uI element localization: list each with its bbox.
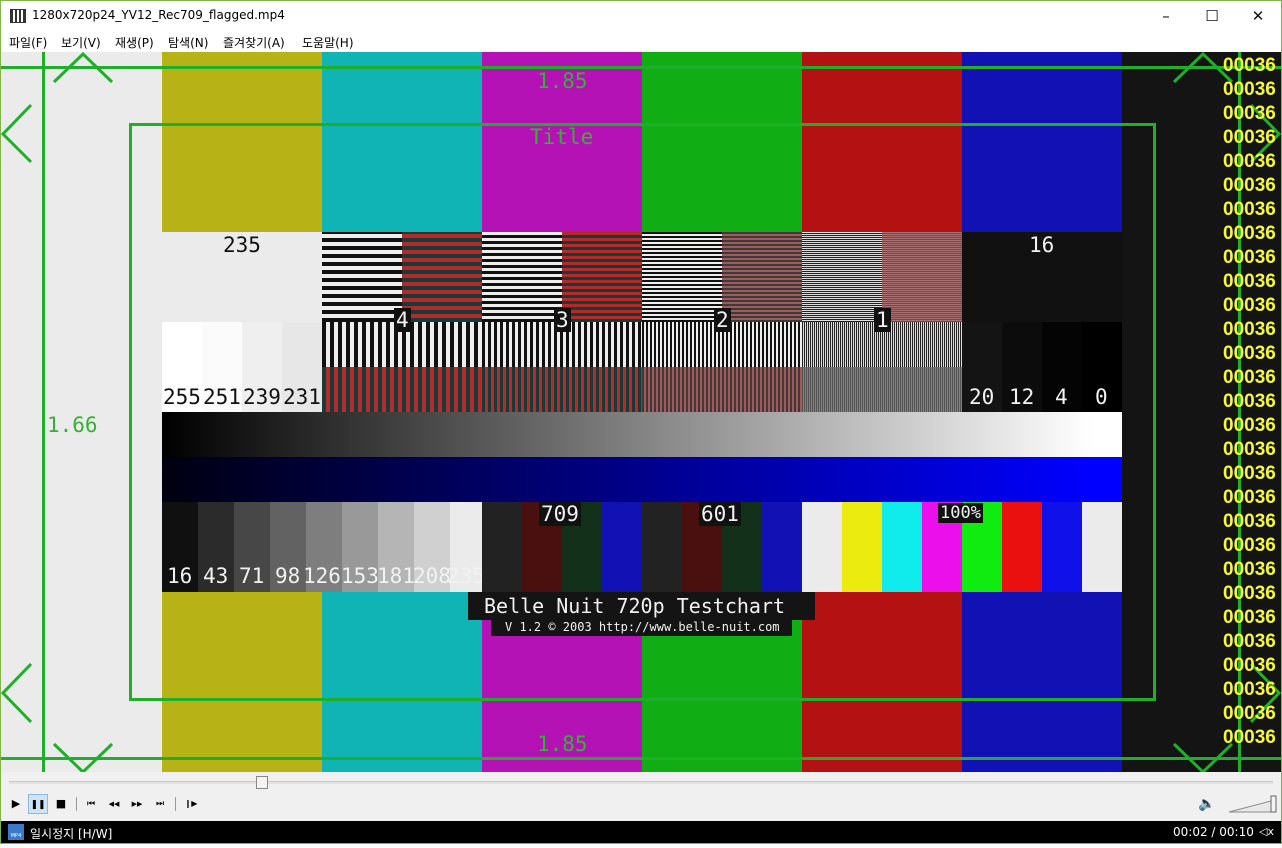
playback-status: 일시정지 [H/W] — [30, 827, 113, 841]
timecode-line: 00036 — [1223, 79, 1276, 100]
timecode-line: 00036 — [1223, 655, 1276, 676]
minimize-button[interactable]: – — [1143, 1, 1189, 31]
timecode-line: 00036 — [1223, 415, 1276, 436]
pause-button[interactable]: ❚❚ — [28, 794, 48, 814]
timecode-line: 00036 — [1223, 343, 1276, 364]
timecode-line: 00036 — [1223, 511, 1276, 532]
clapper-icon — [10, 9, 26, 23]
video-area[interactable]: 235 16 255 251 239 231 4 3 2 1 20 12 4 0… — [1, 52, 1281, 772]
separator — [175, 797, 176, 811]
menu-play[interactable]: 재생(P) — [115, 34, 154, 51]
menu-file[interactable]: 파일(F) — [9, 34, 47, 51]
timecode-line: 00036 — [1223, 391, 1276, 412]
timecode-line: 00036 — [1223, 607, 1276, 628]
timecode-line: 00036 — [1223, 199, 1276, 220]
control-bar: ▶ ❚❚ ■ ⏮ ◀◀ ▶▶ ⏭ ❙▶ 🔈 — [1, 772, 1281, 821]
timecode-line: 00036 — [1223, 103, 1276, 124]
previous-button[interactable]: ⏮ — [81, 794, 101, 814]
title-bar[interactable]: 1280x720p24_YV12_Rec709_flagged.mp4 – ☐ … — [1, 1, 1281, 31]
rewind-button[interactable]: ◀◀ — [104, 794, 124, 814]
volume-slider[interactable] — [1227, 794, 1279, 814]
timecode-line: 00036 — [1223, 559, 1276, 580]
window-title: 1280x720p24_YV12_Rec709_flagged.mp4 — [32, 8, 285, 22]
menu-view[interactable]: 보기(V) — [61, 34, 101, 51]
frame-step-button[interactable]: ❙▶ — [181, 794, 201, 814]
stop-button[interactable]: ■ — [51, 794, 71, 814]
timecode-line: 00036 — [1223, 631, 1276, 652]
timecode-line: 00036 — [1223, 151, 1276, 172]
forward-button[interactable]: ▶▶ — [127, 794, 147, 814]
timecode-line: 00036 — [1223, 535, 1276, 556]
menu-bar: 파일(F) 보기(V) 재생(P) 탐색(N) 즐겨찾기(A) 도움말(H) — [1, 31, 1281, 52]
timecode-line: 00036 — [1223, 487, 1276, 508]
timecode-line: 00036 — [1223, 127, 1276, 148]
timecode-line: 00036 — [1223, 439, 1276, 460]
mp4-file-icon: MP4 — [8, 824, 24, 840]
timecode-line: 00036 — [1223, 727, 1276, 748]
media-player-window: 1280x720p24_YV12_Rec709_flagged.mp4 – ☐ … — [0, 0, 1282, 844]
play-button[interactable]: ▶ — [6, 794, 26, 814]
menu-navigate[interactable]: 탐색(N) — [168, 34, 208, 51]
maximize-button[interactable]: ☐ — [1189, 1, 1235, 31]
timecode-column: 00036 00036 00036 00036 00036 00036 0003… — [1223, 54, 1281, 750]
time-display[interactable]: 00:02 / 00:10 — [1173, 825, 1254, 839]
timecode-line: 00036 — [1223, 367, 1276, 388]
timecode-line: 00036 — [1223, 703, 1276, 724]
timecode-line: 00036 — [1223, 319, 1276, 340]
timecode-line: 00036 — [1223, 463, 1276, 484]
close-button[interactable]: ✕ — [1235, 1, 1281, 31]
separator — [76, 797, 77, 811]
guide-arrows — [1, 52, 1281, 772]
menu-favorites[interactable]: 즐겨찾기(A) — [223, 34, 285, 51]
timecode-line: 00036 — [1223, 583, 1276, 604]
status-bar: MP4 일시정지 [H/W] 00:02 / 00:10 ◁x — [1, 821, 1281, 843]
timecode-line: 00036 — [1223, 247, 1276, 268]
timecode-line: 00036 — [1223, 679, 1276, 700]
volume-icon[interactable]: 🔈 — [1197, 794, 1217, 814]
timecode-line: 00036 — [1223, 223, 1276, 244]
seek-thumb[interactable] — [255, 776, 268, 789]
timecode-line: 00036 — [1223, 175, 1276, 196]
timecode-line: 00036 — [1223, 271, 1276, 292]
timecode-line: 00036 — [1223, 55, 1276, 76]
next-button[interactable]: ⏭ — [150, 794, 170, 814]
seek-bar[interactable] — [9, 781, 1273, 784]
menu-help[interactable]: 도움말(H) — [302, 34, 354, 51]
timecode-line: 00036 — [1223, 295, 1276, 316]
mute-icon[interactable]: ◁x — [1259, 825, 1274, 838]
